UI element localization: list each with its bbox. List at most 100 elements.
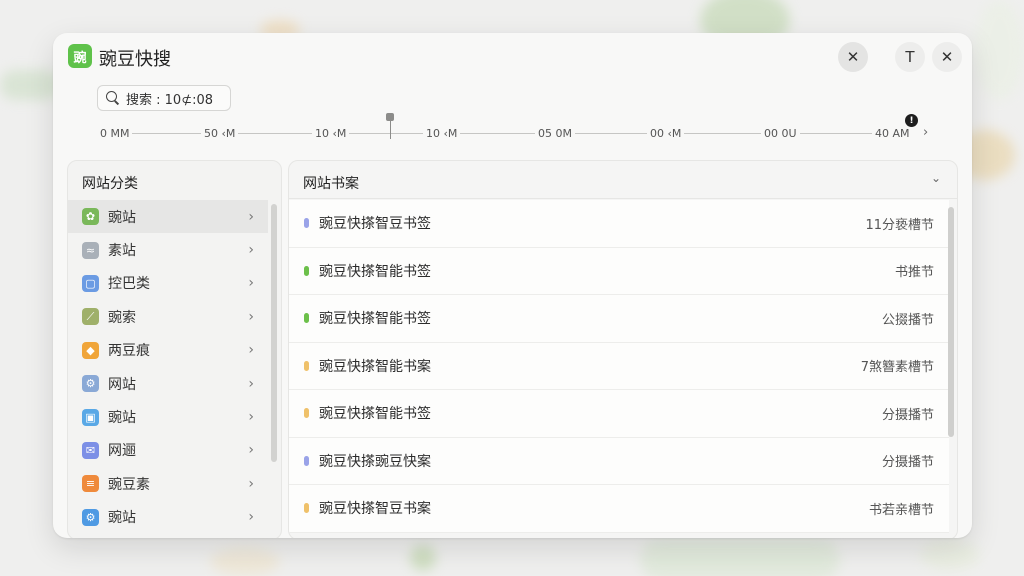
text-tool-button[interactable]: T <box>895 42 925 72</box>
sidebar-item[interactable]: ▣ 豌站 › <box>68 400 268 433</box>
chevron-right-icon[interactable]: › <box>923 125 928 140</box>
color-dot-icon <box>304 265 309 276</box>
timeline-tick-label: 10 ‹M <box>312 127 350 140</box>
title-bar: 豌 豌豆快搜 ✕ T ✕ <box>53 33 972 83</box>
bookmark-row[interactable]: 豌豆快搽智能书签 书推节 <box>289 247 949 295</box>
sidebar-item[interactable]: ⚙ 豌站 › <box>68 501 268 534</box>
sidebar-item-label: 豌站 <box>108 510 136 527</box>
chevron-right-icon: › <box>248 509 254 526</box>
background-decoration <box>640 540 840 576</box>
background-decoration <box>920 540 980 570</box>
bookmark-row[interactable]: 豌豆快搽智豆书案 书若亲槽节 <box>289 485 949 533</box>
sidebar-title: 网站分类 <box>82 176 138 192</box>
search-input[interactable]: 搜索 : 10⊄:08 <box>97 85 231 111</box>
pea-icon: ✿ <box>82 208 99 226</box>
sidebar-item-label: 网逦 <box>108 443 136 460</box>
settings-icon: ⚙ <box>82 508 99 526</box>
gear-outline-icon: ⚙ <box>82 375 99 393</box>
bookmark-row[interactable]: 豌豆快搽智能书案 7煞簪素槽节 <box>289 342 949 390</box>
bookmark-row[interactable]: 豌豆快搽智豆书签 11分亵槽节 <box>289 200 949 248</box>
color-dot-icon <box>304 408 309 419</box>
pea-pod-icon: ⟋ <box>82 308 99 326</box>
mail-icon: ✉ <box>82 441 99 459</box>
sidebar-item-label: 豌站 <box>108 209 136 226</box>
app-window: 豌 豌豆快搜 ✕ T ✕ 搜索 : 10⊄:08 0 MM 50 ‹M 10 ‹… <box>53 33 972 538</box>
bookmark-title: 豌豆快搽智能书签 <box>319 263 431 280</box>
app-title: 豌豆快搜 <box>99 49 171 70</box>
bookmark-title: 豌豆快搽智豆书案 <box>319 501 431 518</box>
close-circle-button[interactable]: ✕ <box>838 42 868 72</box>
sidebar-scrollbar[interactable] <box>271 204 277 462</box>
chevron-right-icon: › <box>248 208 254 225</box>
bookmark-title: 豌豆快搽智能书签 <box>319 406 431 423</box>
sidebar-item-label: 豌站 <box>108 410 136 427</box>
sidebar-item[interactable]: ⟋ 豌索 › <box>68 300 268 333</box>
sidebar-item-label: 网站 <box>108 376 136 393</box>
search-icon <box>106 91 120 105</box>
timeline-handle[interactable] <box>386 113 394 139</box>
panel-scrollbar[interactable] <box>948 207 954 437</box>
chevron-right-icon: › <box>248 308 254 325</box>
window-icon: ▢ <box>82 274 99 292</box>
bookmark-meta: 11分亵槽节 <box>865 217 934 233</box>
timeline-tick-label: 0 MM <box>97 127 133 140</box>
category-sidebar: 网站分类 ✿ 豌站 › ≈ 素站 › ▢ 控巴类 › ⟋ 豌索 › ◆ 两豆痕 › ⚙ 网站 › ▣ 豌站 › ✉ 网逦 › ≡… <box>67 160 282 538</box>
close-window-button[interactable]: ✕ <box>932 42 962 72</box>
app-logo-icon: 豌 <box>68 44 92 68</box>
timeline-tick-label: 00 ‹M <box>647 127 685 140</box>
chevron-right-icon: › <box>248 409 254 426</box>
sidebar-item[interactable]: ≈ 素站 › <box>68 233 268 266</box>
image-icon: ▣ <box>82 408 99 426</box>
color-dot-icon <box>304 313 309 324</box>
sidebar-item-label: 控巴类 <box>108 276 150 293</box>
bookmark-meta: 分摄播节 <box>881 407 934 423</box>
sidebar-item[interactable]: ◆ 两豆痕 › <box>68 334 268 367</box>
bookmark-list: 豌豆快搽智豆书签 11分亵槽节 豌豆快搽智能书签 书推节 豌豆快搽智能书签 公掇播节 豌豆快… <box>289 200 949 533</box>
bookmark-title: 豌豆快搽智豆书签 <box>319 216 431 233</box>
panel-title: 网站书案 <box>303 176 359 192</box>
sidebar-item[interactable]: ≡ 豌豆素 › <box>68 467 268 500</box>
bookmark-meta: 书推节 <box>894 265 934 281</box>
bookmark-title: 豌豆快搽智能书案 <box>319 358 431 375</box>
panel-header[interactable]: 网站书案 ⌄ <box>289 161 957 199</box>
color-dot-icon <box>304 218 309 229</box>
chevron-down-icon[interactable]: ⌄ <box>931 171 941 185</box>
search-text: 搜索 : 10⊄:08 <box>126 92 214 108</box>
chevron-right-icon: › <box>248 375 254 392</box>
timeline-tick-label: 10 ‹M <box>423 127 461 140</box>
bookmark-meta: 书若亲槽节 <box>868 502 934 518</box>
bookmark-row[interactable]: 豌豆快搽智能书签 公掇播节 <box>289 295 949 343</box>
sidebar-item[interactable]: ▢ 控巴类 › <box>68 267 268 300</box>
info-icon[interactable]: ! <box>905 114 918 127</box>
sidebar-list: ✿ 豌站 › ≈ 素站 › ▢ 控巴类 › ⟋ 豌索 › ◆ 两豆痕 › ⚙ 网站 › ▣ 豌站 › ✉ 网逦 › ≡ 豌豆素 › ⚙… <box>68 200 268 534</box>
timeline-tick-label: 40 AM <box>872 127 913 140</box>
bookmark-title: 豌豆快搽豌豆快案 <box>319 453 431 470</box>
color-dot-icon <box>304 503 309 514</box>
bookmark-panel: 网站书案 ⌄ 豌豆快搽智豆书签 11分亵槽节 豌豆快搽智能书签 书推节 豌豆快搽智能书签… <box>288 160 958 538</box>
coin-icon: ◆ <box>82 341 99 359</box>
bookmark-meta: 分摄播节 <box>881 455 934 471</box>
timeline-tick-label: 05 0M <box>535 127 575 140</box>
bookmark-row[interactable]: 豌豆快搽智能书签 分摄播节 <box>289 390 949 438</box>
bookmark-meta: 公掇播节 <box>881 312 934 328</box>
chevron-right-icon: › <box>248 342 254 359</box>
color-dot-icon <box>304 455 309 466</box>
chart-icon: ≈ <box>82 241 99 259</box>
timeline-tick-label: 50 ‹M <box>201 127 239 140</box>
sidebar-item-label: 豌豆素 <box>108 476 150 493</box>
background-decoration <box>410 545 436 571</box>
chevron-right-icon: › <box>248 442 254 459</box>
background-decoration <box>210 548 280 576</box>
sidebar-item[interactable]: ⚙ 网站 › <box>68 367 268 400</box>
background-decoration <box>0 70 60 100</box>
list-icon: ≡ <box>82 475 99 493</box>
sidebar-item-label: 豌索 <box>108 309 136 326</box>
sidebar-item[interactable]: ✉ 网逦 › <box>68 434 268 467</box>
bookmark-title: 豌豆快搽智能书签 <box>319 311 431 328</box>
sidebar-item[interactable]: ✿ 豌站 › <box>68 200 268 234</box>
bookmark-row[interactable]: 豌豆快搽豌豆快案 分摄播节 <box>289 437 949 485</box>
bookmark-meta: 7煞簪素槽节 <box>860 360 934 376</box>
chevron-right-icon: › <box>248 475 254 492</box>
chevron-right-icon: › <box>248 242 254 259</box>
timeline-slider[interactable]: 0 MM 50 ‹M 10 ‹M 10 ‹M 05 0M 00 ‹M 00 0U… <box>97 113 937 149</box>
